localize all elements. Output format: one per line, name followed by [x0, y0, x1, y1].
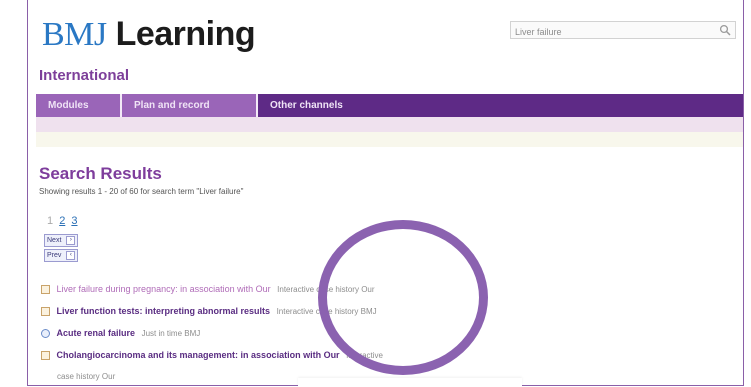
- result-meta: Interactive: [346, 351, 383, 360]
- logo-bmj-text: BMJ: [42, 16, 107, 53]
- tab-plan-and-record[interactable]: Plan and record: [122, 94, 258, 117]
- list-item: Cholangiocarcinoma and its management: i…: [41, 350, 383, 361]
- arrow-right-icon: ›: [66, 235, 76, 245]
- result-meta: Just in time BMJ: [141, 329, 201, 338]
- page-link-2[interactable]: 2: [59, 215, 65, 227]
- search-icon[interactable]: [719, 24, 731, 36]
- next-button[interactable]: Next ›: [44, 234, 79, 247]
- search-input[interactable]: [511, 24, 705, 40]
- prev-label: Prev: [47, 252, 62, 259]
- pagination: 1 2 3: [47, 215, 81, 227]
- result-link[interactable]: Liver failure during pregnancy: in assoc…: [57, 284, 271, 294]
- result-link[interactable]: Cholangiocarcinoma and its management: i…: [57, 350, 340, 360]
- tab-other-channels[interactable]: Other channels: [258, 94, 380, 117]
- document-icon: [41, 351, 50, 361]
- globe-icon: [41, 329, 50, 339]
- result-meta: Interactive case history BMJ: [276, 307, 377, 316]
- browser-viewport: BMJ Learning International Modules Plan …: [27, 0, 744, 386]
- main-nav: Modules Plan and record Other channels: [36, 94, 743, 117]
- list-item: Liver function tests: interpreting abnor…: [41, 306, 377, 317]
- list-item: Liver failure during pregnancy: in assoc…: [41, 284, 375, 295]
- prev-button[interactable]: Prev ‹: [44, 249, 79, 262]
- result-meta: Interactive case history Our: [277, 285, 375, 294]
- tab-modules[interactable]: Modules: [36, 94, 122, 117]
- breadcrumb-bar: [36, 132, 743, 147]
- results-summary: Showing results 1 - 20 of 60 for search …: [39, 187, 244, 196]
- result-link[interactable]: Acute renal failure: [57, 328, 136, 338]
- sub-nav-bar: [36, 117, 743, 132]
- document-icon: [41, 285, 50, 295]
- page-link-3[interactable]: 3: [71, 215, 77, 227]
- bmj-learning-logo[interactable]: BMJ Learning: [42, 14, 256, 55]
- list-item: Acute renal failure Just in time BMJ: [41, 328, 201, 339]
- result-link[interactable]: Liver function tests: interpreting abnor…: [57, 306, 271, 316]
- result-meta-continued: case history Our: [57, 372, 116, 381]
- search-box[interactable]: [510, 21, 736, 40]
- document-icon: [41, 307, 50, 317]
- current-page: 1: [47, 215, 54, 227]
- next-label: Next: [47, 237, 62, 244]
- region-label: International: [39, 67, 130, 84]
- page-curl-shadow: [298, 378, 522, 387]
- page-title: Search Results: [39, 164, 162, 183]
- logo-learning-text: Learning: [115, 15, 256, 53]
- arrow-left-icon: ‹: [66, 250, 76, 260]
